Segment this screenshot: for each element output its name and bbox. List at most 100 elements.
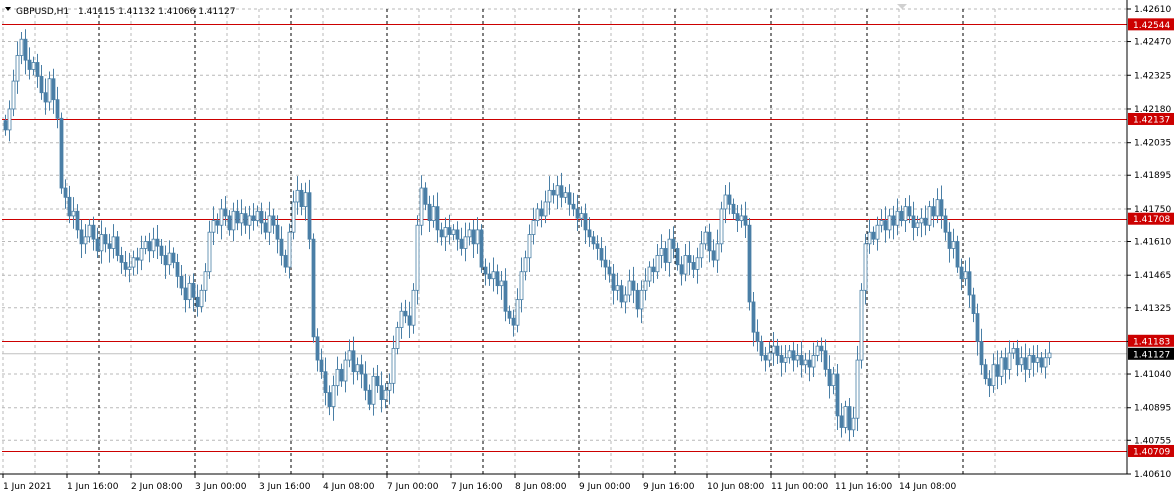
candle-body <box>275 224 280 240</box>
current-price-label: 1.41127 <box>1133 350 1170 360</box>
candle-body <box>431 206 436 221</box>
candle-body <box>487 273 492 280</box>
candle-body <box>1019 357 1024 366</box>
candle-body <box>187 282 192 301</box>
candle-body <box>975 313 980 342</box>
candle-body <box>443 227 448 238</box>
candle-body <box>143 241 148 249</box>
y-tick-label: 1.42610 <box>1134 5 1171 15</box>
candle-body <box>203 271 208 291</box>
candle-body <box>783 357 788 363</box>
candle-body <box>123 262 128 270</box>
candle-body <box>339 368 344 382</box>
candle-body <box>139 248 144 261</box>
horizontal-levels <box>2 24 1127 452</box>
candle-body <box>963 271 968 280</box>
symbol-label: GBPUSD,H1 <box>16 7 69 17</box>
candle-body <box>87 224 92 238</box>
candle-body <box>91 224 96 240</box>
candle-body <box>999 357 1004 377</box>
candle-body <box>919 217 924 224</box>
candle-body <box>607 266 612 275</box>
candle-body <box>383 389 388 400</box>
candle-body <box>23 38 28 61</box>
candle-body <box>379 385 384 400</box>
candle-body <box>875 224 880 240</box>
candle-body <box>131 257 136 268</box>
candle-body <box>939 199 944 217</box>
candle-body <box>727 194 732 205</box>
candle-body <box>619 285 624 303</box>
y-tick-label: 1.41610 <box>1134 238 1171 248</box>
candle-body <box>1035 357 1040 363</box>
candle-body <box>615 285 620 291</box>
candle-body <box>599 248 604 261</box>
candle-body <box>663 248 668 263</box>
candle-body <box>311 238 316 338</box>
candlestick-chart[interactable]: 1.426101.424701.423251.421801.420351.418… <box>0 0 1176 501</box>
candle-body <box>95 238 100 252</box>
y-tick-label: 1.42035 <box>1134 139 1171 149</box>
candle-body <box>351 350 356 373</box>
x-tick-label: 1 Jun 16:00 <box>67 482 119 492</box>
candle-body <box>679 264 684 275</box>
candle-body <box>67 196 72 217</box>
scroll-marker-icon[interactable] <box>897 4 907 9</box>
x-tick-label: 8 Jun 08:00 <box>515 482 567 492</box>
candle-body <box>683 255 688 275</box>
x-tick-label: 10 Jun 08:00 <box>707 482 764 492</box>
candle-body <box>591 236 596 245</box>
candle-body <box>483 266 488 275</box>
candle-body <box>771 345 776 354</box>
candle-body <box>251 215 256 221</box>
candle-body <box>887 215 892 231</box>
candle-body <box>327 392 332 407</box>
x-tick-label: 11 Jun 00:00 <box>771 482 828 492</box>
candle-body <box>75 210 80 231</box>
candle-body <box>459 238 464 249</box>
candle-body <box>163 255 168 266</box>
candle-body <box>979 341 984 366</box>
candle-body <box>31 62 36 70</box>
candle-body <box>263 222 268 233</box>
candle-body <box>19 38 24 56</box>
candle-body <box>259 210 264 224</box>
candle-body <box>871 231 876 240</box>
ohlc-readout: 1.41115 1.41132 1.41066 1.41127 <box>78 7 235 17</box>
candle-body <box>195 296 200 307</box>
candle-body <box>303 192 308 208</box>
candle-body <box>219 208 224 226</box>
x-tick-label: 4 Jun 08:00 <box>323 482 375 492</box>
candle-body <box>723 194 728 210</box>
candle-body <box>423 187 428 205</box>
candle-body <box>427 203 432 221</box>
candle-body <box>503 280 508 312</box>
candle-body <box>747 224 752 303</box>
candle-body <box>859 289 864 361</box>
candle-body <box>907 206 912 217</box>
candle-body <box>531 220 536 235</box>
candle-body <box>395 327 400 349</box>
candle-body <box>675 248 680 266</box>
candle-body <box>535 208 540 221</box>
candle-body <box>891 215 896 226</box>
candle-body <box>851 417 856 431</box>
candle-body <box>563 192 568 198</box>
candle-body <box>463 236 468 249</box>
candle-body <box>511 317 516 326</box>
candle-body <box>671 238 676 249</box>
candle-body <box>823 350 828 370</box>
candle-body <box>639 289 644 310</box>
candle-body <box>651 266 656 273</box>
candle-body <box>843 406 848 428</box>
candle-body <box>571 203 576 210</box>
candle-body <box>391 348 396 384</box>
candle-body <box>415 224 420 291</box>
level-label: 1.42137 <box>1133 115 1170 125</box>
candle-body <box>231 210 236 231</box>
candle-body <box>951 241 956 249</box>
chart-window[interactable]: 1.42610 1.42470 1.42325 1.42180 1.42035 1.418… <box>0 0 1176 501</box>
candle-body <box>235 210 240 224</box>
candle-body <box>835 373 840 417</box>
candle-body <box>911 215 916 228</box>
